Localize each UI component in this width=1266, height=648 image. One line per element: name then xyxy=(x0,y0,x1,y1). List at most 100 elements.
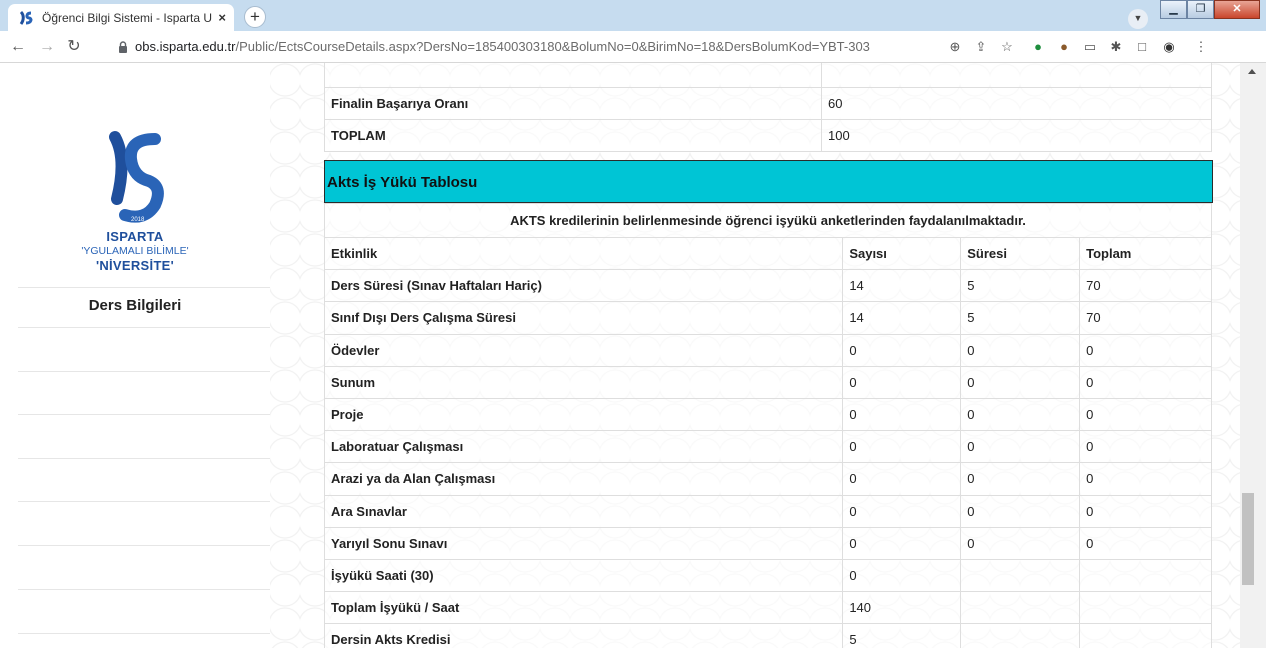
scrollbar-thumb[interactable] xyxy=(1242,493,1254,585)
table-cell xyxy=(1079,591,1212,625)
minimize-icon[interactable]: ▁ xyxy=(1160,0,1187,19)
score-label: TOPLAM xyxy=(324,119,822,152)
tab-search-icon[interactable]: ▼ xyxy=(1128,9,1148,29)
sidebar-title[interactable]: Ders Bilgileri xyxy=(0,297,270,314)
akts-workload-table: AKTS kredilerinin belirlenmesinde öğrenc… xyxy=(323,203,1212,648)
restore-icon[interactable]: ❐ xyxy=(1187,0,1214,19)
sidebar-divider xyxy=(18,287,270,288)
akts-note: AKTS kredilerinin belirlenmesinde öğrenc… xyxy=(324,203,1212,238)
scroll-up-arrow-icon[interactable] xyxy=(1248,69,1256,74)
forward-arrow-icon[interactable]: → xyxy=(37,37,57,57)
extension-robot-icon[interactable]: ● xyxy=(1029,38,1047,56)
table-row: Toplam İşyükü / Saat 140 xyxy=(323,591,1212,625)
extension-cookie-icon[interactable]: ● xyxy=(1055,38,1073,56)
new-tab-button[interactable]: + xyxy=(244,6,266,28)
table-cell: 0 xyxy=(842,494,962,528)
address-bar[interactable]: obs.isparta.edu.tr/Public/EctsCourseDeta… xyxy=(135,39,870,54)
zoom-icon[interactable]: ⊕ xyxy=(946,38,964,56)
activity-name: Dersin Akts Kredisi xyxy=(323,623,844,648)
side-panel-icon[interactable]: □ xyxy=(1133,38,1151,56)
table-cell: 0 xyxy=(960,494,1081,528)
table-cell: 0 xyxy=(1079,365,1212,399)
profile-avatar-icon[interactable]: ◉ xyxy=(1160,38,1178,56)
university-favicon-icon xyxy=(19,10,33,25)
table-cell: 0 xyxy=(1079,430,1212,464)
menu-kebab-icon[interactable]: ⋮ xyxy=(1192,38,1210,56)
tab-strip: Öğrenci Bilgi Sistemi - Isparta Uy × + ▼… xyxy=(0,0,1266,31)
url-host: obs.isparta.edu.tr xyxy=(135,39,236,54)
browser-tab[interactable]: Öğrenci Bilgi Sistemi - Isparta Uy × xyxy=(8,4,234,31)
column-header: Toplam xyxy=(1079,236,1212,271)
table-row: İşyükü Saati (30) 0 xyxy=(323,558,1212,593)
vertical-scrollbar[interactable] xyxy=(1240,63,1266,648)
university-logo: 2018 ISPARTA 'YGULAMALI BİLİMLE' 'NİVERS… xyxy=(0,129,270,273)
table-row: Arazi ya da Alan Çalışması 0 0 0 xyxy=(323,462,1212,496)
table-cell: 0 xyxy=(1079,526,1212,560)
table-row: Ders Süresi (Sınav Haftaları Hariç) 14 5 70 xyxy=(323,269,1212,303)
table-cell: 5 xyxy=(842,623,962,648)
table-row: Laboratuar Çalışması 0 0 0 xyxy=(323,430,1212,464)
table-cell: 0 xyxy=(842,397,962,432)
table-row: AKTS kredilerinin belirlenmesinde öğrenc… xyxy=(324,203,1212,238)
table-cell: 0 xyxy=(960,462,1081,496)
table-cell: 14 xyxy=(842,301,962,335)
activity-name: Laboratuar Çalışması xyxy=(323,430,844,464)
activity-name: İşyükü Saati (30) xyxy=(323,558,844,593)
back-arrow-icon[interactable]: ← xyxy=(8,37,28,57)
table-header-row: Etkinlik Sayısı Süresi Toplam xyxy=(323,236,1212,271)
table-cell: 0 xyxy=(842,526,962,560)
activity-name: Arazi ya da Alan Çalışması xyxy=(323,462,844,496)
table-cell: 0 xyxy=(842,462,962,496)
table-cell xyxy=(960,591,1081,625)
table-cell: 140 xyxy=(842,591,962,625)
logo-line-3: 'NİVERSİTE' xyxy=(95,258,175,273)
table-cell: 5 xyxy=(960,269,1081,303)
extensions-puzzle-icon[interactable]: ✱ xyxy=(1107,38,1125,56)
column-header: Süresi xyxy=(960,236,1081,271)
activity-name: Ara Sınavlar xyxy=(323,494,844,528)
score-label: Finalin Başarıya Oranı xyxy=(324,87,822,120)
logo-line-1: ISPARTA xyxy=(106,229,164,244)
lock-icon[interactable] xyxy=(118,41,128,53)
table-row: Finalin Başarıya Oranı 60 xyxy=(324,87,1212,120)
table-cell: 0 xyxy=(960,397,1081,432)
tab-close-icon[interactable]: × xyxy=(218,10,226,25)
activity-name: Ders Süresi (Sınav Haftaları Hariç) xyxy=(323,269,844,303)
table-cell: 0 xyxy=(842,430,962,464)
activity-name: Ödevler xyxy=(323,333,844,367)
table-cell: 0 xyxy=(960,365,1081,399)
extension-page-icon[interactable]: ▭ xyxy=(1081,38,1099,56)
table-cell: 70 xyxy=(1079,269,1212,303)
url-path: /Public/EctsCourseDetails.aspx?DersNo=18… xyxy=(235,39,870,54)
table-row: Yarıyıl Sonu Sınavı 0 0 0 xyxy=(323,526,1212,560)
table-cell xyxy=(324,63,822,88)
sidebar: 2018 ISPARTA 'YGULAMALI BİLİMLE' 'NİVERS… xyxy=(0,63,270,648)
activity-name: Sunum xyxy=(323,365,844,399)
score-value: 100 xyxy=(821,119,1212,152)
akts-table-title: Akts İş Yükü Tablosu xyxy=(324,160,1213,203)
table-cell xyxy=(960,623,1081,648)
table-cell xyxy=(1079,558,1212,593)
column-header: Sayısı xyxy=(842,236,962,271)
sidebar-divider xyxy=(18,545,270,546)
table-cell xyxy=(1079,623,1212,648)
table-cell xyxy=(960,558,1081,593)
score-value: 60 xyxy=(821,87,1212,120)
table-cell: 0 xyxy=(960,333,1081,367)
table-cell: 0 xyxy=(960,430,1081,464)
table-cell: 0 xyxy=(842,558,962,593)
reload-icon[interactable]: ↻ xyxy=(64,37,84,57)
table-row: Sınıf Dışı Ders Çalışma Süresi 14 5 70 xyxy=(323,301,1212,335)
share-icon[interactable]: ⇪ xyxy=(972,38,990,56)
sidebar-divider xyxy=(18,327,270,328)
table-cell xyxy=(821,63,1212,88)
logo-year: 2018 xyxy=(131,217,145,223)
main-content: Finalin Başarıya Oranı 60 TOPLAM 100 Akt… xyxy=(270,63,1240,648)
table-row: Ödevler 0 0 0 xyxy=(323,333,1212,367)
table-cell: 14 xyxy=(842,269,962,303)
bookmark-star-icon[interactable]: ☆ xyxy=(998,38,1016,56)
table-cell: 0 xyxy=(842,365,962,399)
window-close-icon[interactable]: ✕ xyxy=(1214,0,1260,19)
table-cell: 0 xyxy=(842,333,962,367)
sidebar-divider xyxy=(18,414,270,415)
